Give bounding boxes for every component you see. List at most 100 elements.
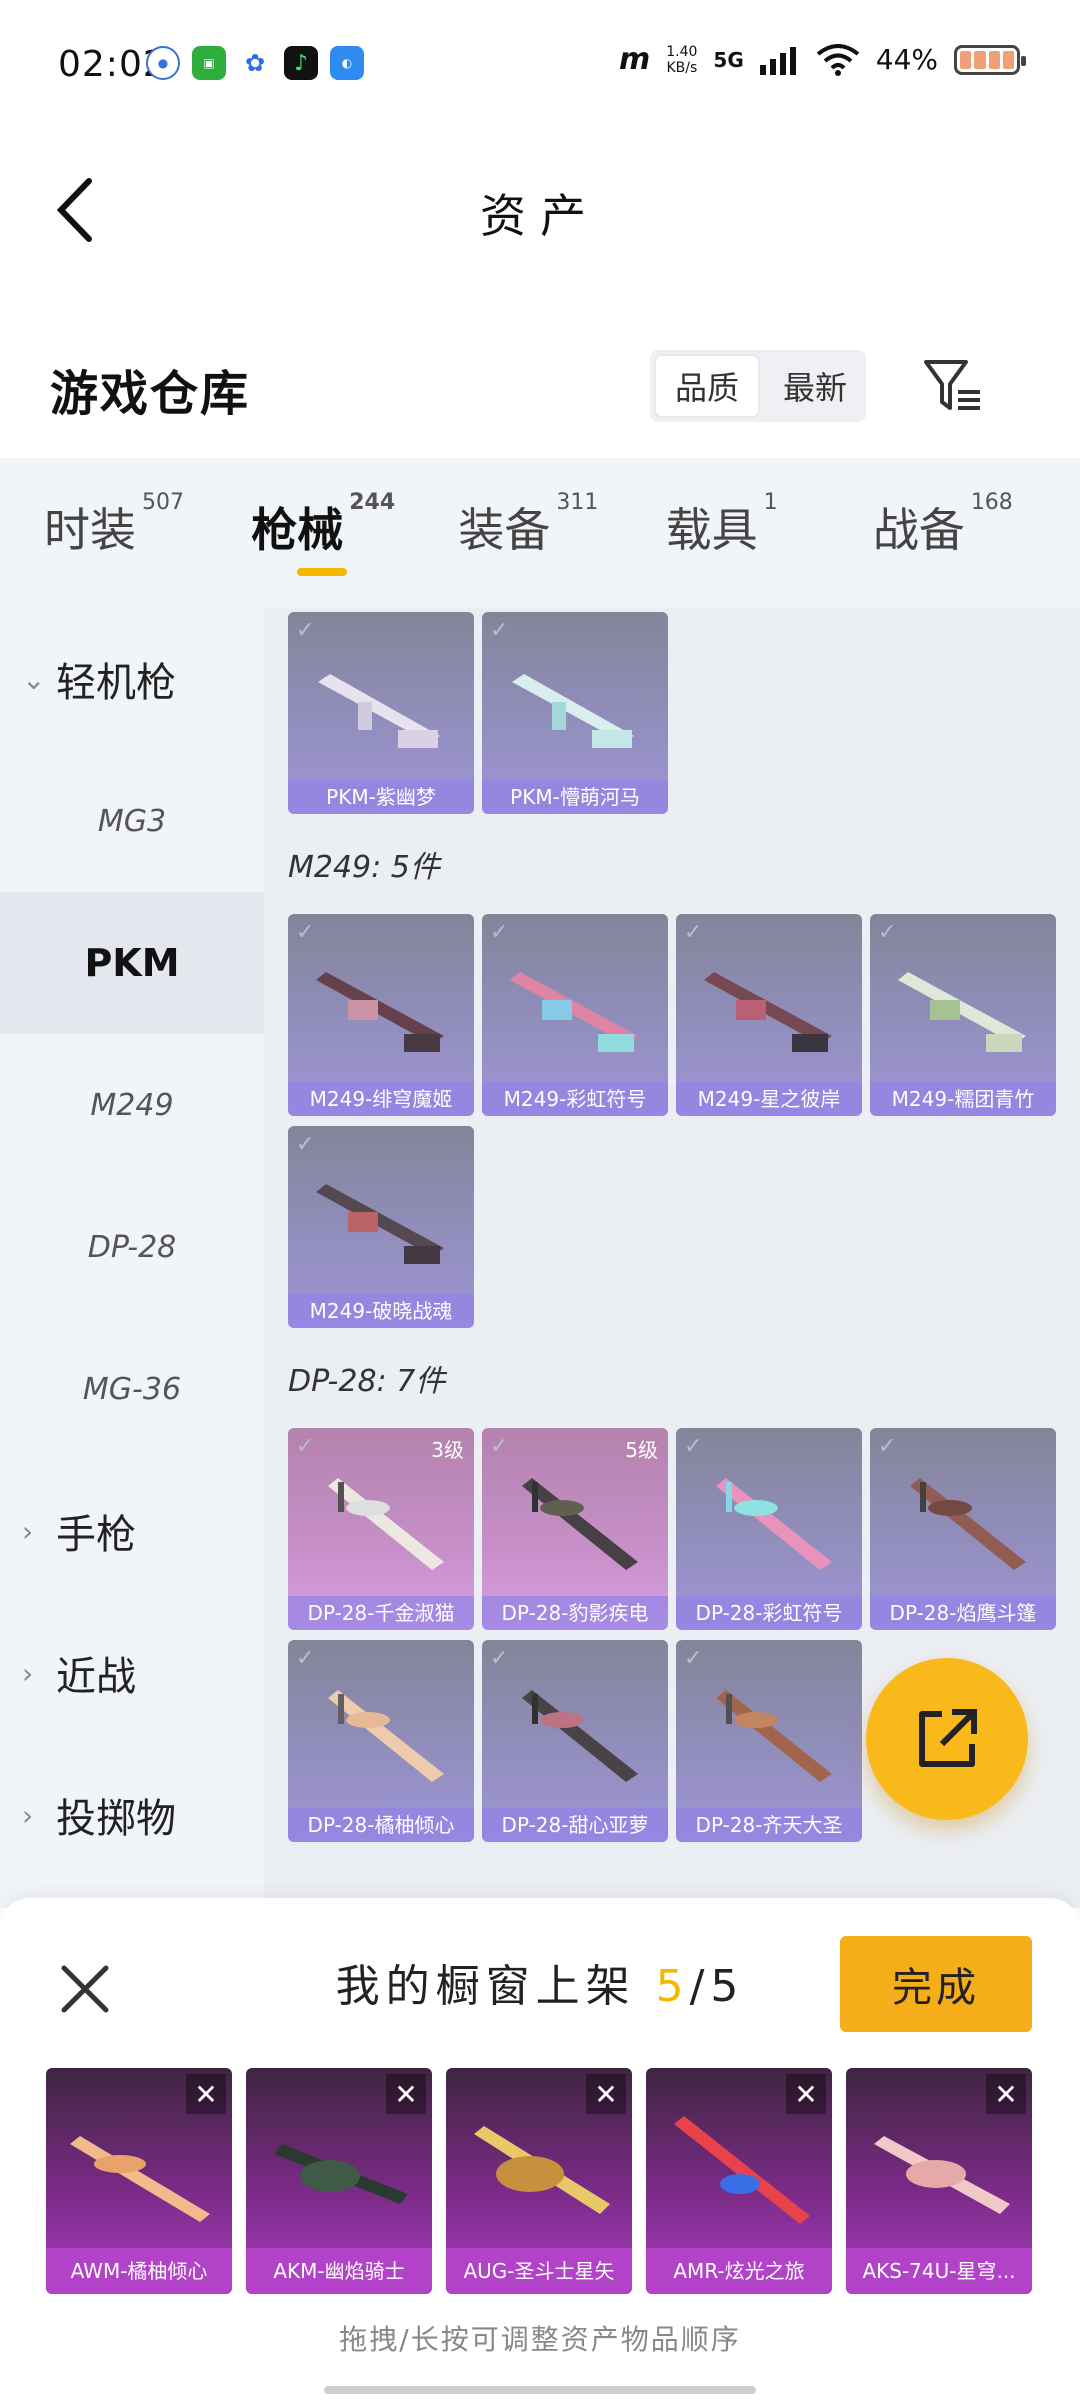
weapon-card[interactable]: ✓ M249-糯团青竹: [870, 914, 1056, 1116]
warehouse-row: 游戏仓库 品质 最新: [0, 330, 1080, 440]
external-link-icon: [919, 1709, 977, 1767]
gun-icon: [522, 1690, 638, 1782]
battery-text: 44%: [875, 43, 938, 76]
check-icon: ✓: [490, 618, 509, 643]
gun-icon: [474, 2126, 610, 2214]
category-tabs: 时装507 枪械244 装备311 载具1 战备168: [0, 458, 1080, 608]
sidenav-group-throwable[interactable]: › 投掷物: [0, 1744, 264, 1886]
gun-icon: [274, 2144, 408, 2204]
weapon-card[interactable]: ✓ M249-星之彼岸: [676, 914, 862, 1116]
showcase-item[interactable]: ✕ AKM-幽焰骑士: [246, 2068, 432, 2294]
gun-icon: [512, 674, 634, 748]
sidenav-item-pkm[interactable]: PKM: [0, 892, 264, 1034]
tab-vehicles[interactable]: 载具1: [666, 458, 873, 608]
check-icon: ✓: [296, 1646, 315, 1671]
gun-icon: [328, 1690, 444, 1782]
home-indicator[interactable]: [324, 2386, 756, 2394]
sidenav-item-mg3[interactable]: MG3: [0, 750, 264, 892]
check-icon: ✓: [490, 920, 509, 945]
chevron-right-icon: ›: [22, 1514, 34, 1548]
section-title-dp28: DP-28: 7件: [288, 1364, 446, 1399]
gun-icon: [316, 1184, 444, 1264]
chevron-down-icon: ⌄: [22, 662, 46, 696]
gun-icon: [522, 1478, 638, 1570]
sort-quality[interactable]: 品质: [654, 354, 760, 418]
sidenav-group-lmg[interactable]: ⌄ 轻机枪: [0, 608, 264, 750]
cloud-icon: ◐: [330, 46, 364, 80]
section-title-m249: M249: 5件: [288, 850, 440, 885]
tab-equipment[interactable]: 装备311: [458, 458, 665, 608]
share-fab[interactable]: [866, 1658, 1028, 1820]
gun-icon: [704, 972, 832, 1052]
tab-supplies[interactable]: 战备168: [873, 458, 1080, 608]
weapon-card[interactable]: ✓ PKM-紫幽梦: [288, 612, 474, 814]
weapon-card[interactable]: ✓ M249-破晓战魂: [288, 1126, 474, 1328]
weapon-sidenav: ⌄ 轻机枪 MG3 PKM M249 DP-28 MG-36 › 手枪 › 近战 › 投…: [0, 608, 264, 1908]
sort-newest[interactable]: 最新: [764, 350, 866, 422]
sidenav-item-m249[interactable]: M249: [0, 1034, 264, 1176]
showcase-item[interactable]: ✕ AWM-橘柚倾心: [46, 2068, 232, 2294]
baidu-icon: ✿: [238, 46, 272, 80]
status-right: m 1.40 KB/s 5G 44%: [618, 42, 1026, 77]
tab-firearms[interactable]: 枪械244: [251, 458, 458, 608]
gun-icon: [910, 1478, 1026, 1570]
gun-icon: [328, 1478, 444, 1570]
showcase-item[interactable]: ✕ AUG-圣斗士星矢: [446, 2068, 632, 2294]
gun-icon: [716, 1478, 832, 1570]
wifi-icon: [816, 43, 860, 76]
page-title: 资产: [480, 189, 600, 243]
weapon-card[interactable]: ✓ 5级 DP-28-豹影疾电: [482, 1428, 668, 1630]
weapon-card[interactable]: ✓ 3级 DP-28-千金淑猫: [288, 1428, 474, 1630]
showcase-item[interactable]: ✕ AMR-炫光之旅: [646, 2068, 832, 2294]
reorder-hint: 拖拽/长按可调整资产物品顺序: [339, 2323, 741, 2356]
showcase-sheet: 我的橱窗上架 5/5 完成 ✕ AWM-橘柚倾心 ✕ AKM-幽焰骑士 ✕ AUG-圣…: [0, 1898, 1080, 2400]
weapon-card[interactable]: ✓ M249-彩虹符号: [482, 914, 668, 1116]
chevron-right-icon: ›: [22, 1656, 34, 1690]
weapon-card[interactable]: ✓ DP-28-齐天大圣: [676, 1640, 862, 1842]
gun-icon: [716, 1690, 832, 1782]
check-icon: ✓: [490, 1646, 509, 1671]
gun-icon: [316, 972, 444, 1052]
sidenav-item-dp28[interactable]: DP-28: [0, 1176, 264, 1318]
check-icon: ✓: [684, 1646, 703, 1671]
gun-icon: [674, 2116, 810, 2224]
game-center-icon: ▣: [192, 46, 226, 80]
weapon-card[interactable]: ✓ PKM-懵萌河马: [482, 612, 668, 814]
done-button[interactable]: 完成: [840, 1936, 1032, 2032]
weapon-card[interactable]: ✓ DP-28-焰鹰斗篷: [870, 1428, 1056, 1630]
tab-fashion[interactable]: 时装507: [44, 458, 251, 608]
filter-icon: [924, 360, 980, 410]
check-icon: ✓: [296, 618, 315, 643]
showcase-shelf: ✕ AWM-橘柚倾心 ✕ AKM-幽焰骑士 ✕ AUG-圣斗士星矢 ✕ AMR-炫光之旅…: [46, 2068, 1032, 2294]
sidenav-item-mg36[interactable]: MG-36: [0, 1318, 264, 1460]
showcase-item[interactable]: ✕ AKS-74U-星穹...: [846, 2068, 1032, 2294]
music-icon: ♪: [284, 46, 318, 80]
notification-icons: ● ▣ ✿ ♪ ◐: [146, 46, 364, 80]
check-icon: ✓: [684, 920, 703, 945]
check-icon: ✓: [296, 920, 315, 945]
check-icon: ✓: [296, 1132, 315, 1157]
gun-icon: [874, 2136, 1010, 2214]
weapon-card[interactable]: ✓ DP-28-彩虹符号: [676, 1428, 862, 1630]
signal-icon: [759, 46, 796, 75]
weapon-card[interactable]: ✓ DP-28-橘柚倾心: [288, 1640, 474, 1842]
sidenav-group-pistol[interactable]: › 手枪: [0, 1460, 264, 1602]
gun-icon: [510, 972, 638, 1052]
battery-icon: [954, 44, 1026, 75]
check-icon: ✓: [878, 920, 897, 945]
weapon-card[interactable]: ✓ M249-绯穹魔姬: [288, 914, 474, 1116]
network-type: 5G: [713, 47, 744, 72]
ifly-icon: ●: [146, 46, 180, 80]
page-header: 资产: [0, 130, 1080, 280]
check-icon: ✓: [684, 1434, 703, 1459]
gun-icon: [898, 972, 1026, 1052]
sort-toggle: 品质 最新: [650, 350, 866, 422]
chevron-right-icon: ›: [22, 1798, 34, 1832]
check-icon: ✓: [878, 1434, 897, 1459]
check-icon: ✓: [296, 1434, 315, 1459]
sidenav-group-melee[interactable]: › 近战: [0, 1602, 264, 1744]
carrier-icon: m: [618, 42, 651, 77]
status-bar: 02:02 ● ▣ ✿ ♪ ◐ m 1.40 KB/s 5G 44%: [0, 0, 1080, 130]
filter-button[interactable]: [918, 350, 988, 422]
weapon-card[interactable]: ✓ DP-28-甜心亚萝: [482, 1640, 668, 1842]
